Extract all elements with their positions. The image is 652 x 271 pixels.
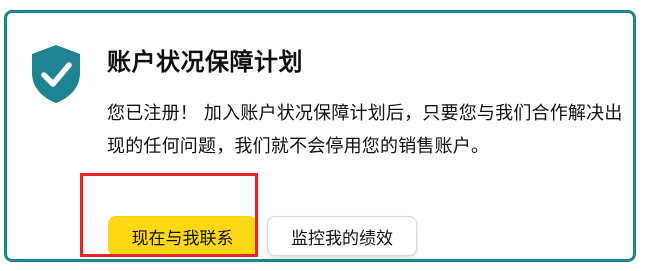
card-description: 您已注册！ 加入账户状况保障计划后，只要您与我们合作解决出现的任何问题，我们就不… (107, 103, 623, 157)
monitor-performance-button[interactable]: 监控我的绩效 (267, 216, 417, 256)
contact-me-now-button[interactable]: 现在与我联系 (108, 216, 257, 256)
card-title: 账户状况保障计划 (107, 48, 303, 76)
shield-check-icon (32, 45, 80, 103)
account-health-assurance-card: 账户状况保障计划 您已注册！ 加入账户状况保障计划后，只要您与我们合作解决出现的… (4, 10, 636, 262)
